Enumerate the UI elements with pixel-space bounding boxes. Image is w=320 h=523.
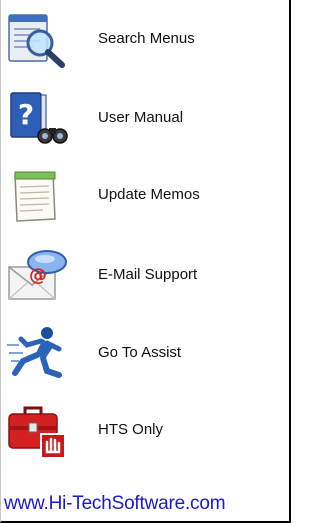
menu-panel: Search Menus ? User Manual Update Memos … — [0, 0, 291, 523]
menu-item-search-menus[interactable]: Search Menus — [1, 8, 287, 72]
email-support-icon: @ — [7, 247, 69, 305]
svg-text:?: ? — [18, 98, 34, 131]
menu-item-hts-only[interactable]: HTS Only — [1, 399, 287, 463]
menu-item-label: HTS Only — [98, 421, 164, 438]
menu-item-email-support[interactable]: @ E-Mail Support — [1, 244, 287, 308]
menu-item-label: Search Menus — [98, 30, 195, 47]
update-memos-icon — [7, 167, 69, 225]
website-link[interactable]: www.Hi-TechSoftware.com — [4, 493, 226, 515]
user-manual-icon: ? — [7, 90, 69, 148]
go-to-assist-icon — [7, 325, 69, 383]
menu-item-label: E-Mail Support — [98, 266, 198, 283]
hts-only-icon — [7, 402, 69, 460]
menu-item-label: Update Memos — [98, 186, 200, 203]
menu-item-label: Go To Assist — [98, 344, 182, 361]
menu-item-user-manual[interactable]: ? User Manual — [1, 87, 287, 151]
svg-text:@: @ — [29, 265, 47, 286]
menu-item-update-memos[interactable]: Update Memos — [1, 164, 287, 228]
search-menus-icon — [7, 11, 69, 69]
menu-item-label: User Manual — [98, 109, 184, 126]
menu-item-go-to-assist[interactable]: Go To Assist — [1, 322, 287, 386]
